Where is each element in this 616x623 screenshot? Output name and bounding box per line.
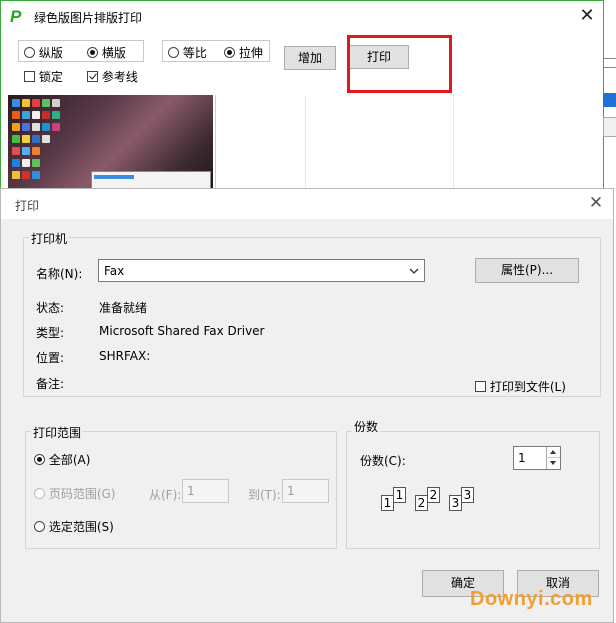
portrait-radio-icon[interactable] xyxy=(24,47,35,58)
guideline xyxy=(215,95,216,190)
copies-spinner[interactable]: 1 xyxy=(513,446,561,470)
print-to-file-checkbox-icon[interactable] xyxy=(475,381,486,392)
landscape-label: 横版 xyxy=(101,46,126,60)
range-all-radio-icon[interactable] xyxy=(34,454,45,465)
range-pages-radio-icon[interactable] xyxy=(34,488,45,499)
comment-label: 备注: xyxy=(36,377,65,391)
print-range-label: 打印范围 xyxy=(31,424,84,441)
spin-down-icon[interactable] xyxy=(546,458,560,469)
guideline xyxy=(305,95,306,190)
proportional-radio[interactable]: 等比 xyxy=(168,44,207,61)
lock-label: 锁定 xyxy=(38,70,63,84)
print-to-file-label: 打印到文件(L) xyxy=(489,380,566,394)
landscape-radio-icon[interactable] xyxy=(87,47,98,58)
range-all-radio[interactable]: 全部(A) xyxy=(34,451,90,468)
range-to-field[interactable]: 1 xyxy=(282,479,329,503)
range-all-label: 全部(A) xyxy=(48,453,91,467)
stretch-radio[interactable]: 拉伸 xyxy=(224,44,263,61)
add-button[interactable]: 增加 xyxy=(284,46,336,70)
copies-value: 1 xyxy=(518,451,526,465)
proportional-radio-icon[interactable] xyxy=(168,47,179,58)
type-label: 类型: xyxy=(36,326,65,340)
stretch-label: 拉伸 xyxy=(238,46,263,60)
print-to-file-checkbox[interactable]: 打印到文件(L) xyxy=(475,378,566,395)
status-label: 状态: xyxy=(36,301,65,315)
portrait-label: 纵版 xyxy=(38,46,63,60)
chevron-down-icon xyxy=(409,268,419,274)
guideline-checkbox-icon[interactable] xyxy=(87,71,98,82)
printer-group-label: 打印机 xyxy=(29,230,70,247)
side-button xyxy=(603,117,616,137)
guideline-checkbox[interactable]: 参考线 xyxy=(87,68,138,85)
guideline-label: 参考线 xyxy=(101,70,138,84)
printer-select[interactable]: Fax xyxy=(98,259,425,282)
lock-checkbox-icon[interactable] xyxy=(24,71,35,82)
status-value: 准备就绪 xyxy=(99,301,148,315)
printer-name: Fax xyxy=(104,264,125,278)
landscape-radio[interactable]: 横版 xyxy=(87,44,126,61)
where-value: SHRFAX: xyxy=(99,349,151,363)
app-logo-icon: P xyxy=(10,7,22,26)
range-pages-radio[interactable]: 页码范围(G) xyxy=(34,485,116,502)
print-dialog: 打印 ✕ 打印机 名称(N): Fax 属性(P)... 状态: 准备就绪 类型… xyxy=(0,188,614,623)
collate-icon: 1 1 2 2 3 3 xyxy=(381,487,481,519)
proportional-label: 等比 xyxy=(182,46,207,60)
watermark: Downyi.com xyxy=(470,588,593,610)
stretch-radio-icon[interactable] xyxy=(224,47,235,58)
range-from-label: 从(F): xyxy=(149,488,182,502)
range-from-field[interactable]: 1 xyxy=(182,479,229,503)
where-label: 位置: xyxy=(36,351,65,365)
print-dialog-titlebar: 打印 ✕ xyxy=(1,189,613,219)
range-selection-label: 选定范围(S) xyxy=(48,520,114,534)
close-icon[interactable]: ✕ xyxy=(586,193,606,213)
range-selection-radio[interactable]: 选定范围(S) xyxy=(34,518,114,535)
range-pages-label: 页码范围(G) xyxy=(48,487,116,501)
window-title: 绿色版图片排版打印 xyxy=(34,11,143,25)
image-thumbnail[interactable] xyxy=(8,95,213,195)
highlight-box xyxy=(347,35,452,93)
portrait-radio[interactable]: 纵版 xyxy=(24,44,63,61)
side-tab xyxy=(603,93,616,107)
lock-checkbox[interactable]: 锁定 xyxy=(24,68,63,85)
range-selection-radio-icon[interactable] xyxy=(34,521,45,532)
copies-group-label: 份数 xyxy=(352,418,381,435)
properties-button[interactable]: 属性(P)... xyxy=(475,258,579,283)
name-label: 名称(N): xyxy=(36,267,83,281)
guideline xyxy=(453,95,454,190)
close-icon[interactable]: ✕ xyxy=(576,6,598,28)
main-titlebar: P 绿色版图片排版打印 ✕ xyxy=(1,1,603,32)
side-control xyxy=(604,58,616,68)
print-dialog-title: 打印 xyxy=(15,199,40,213)
type-value: Microsoft Shared Fax Driver xyxy=(99,324,265,338)
spin-up-icon[interactable] xyxy=(546,447,560,458)
copies-label: 份数(C): xyxy=(360,454,406,468)
range-to-label: 到(T): xyxy=(248,488,281,502)
